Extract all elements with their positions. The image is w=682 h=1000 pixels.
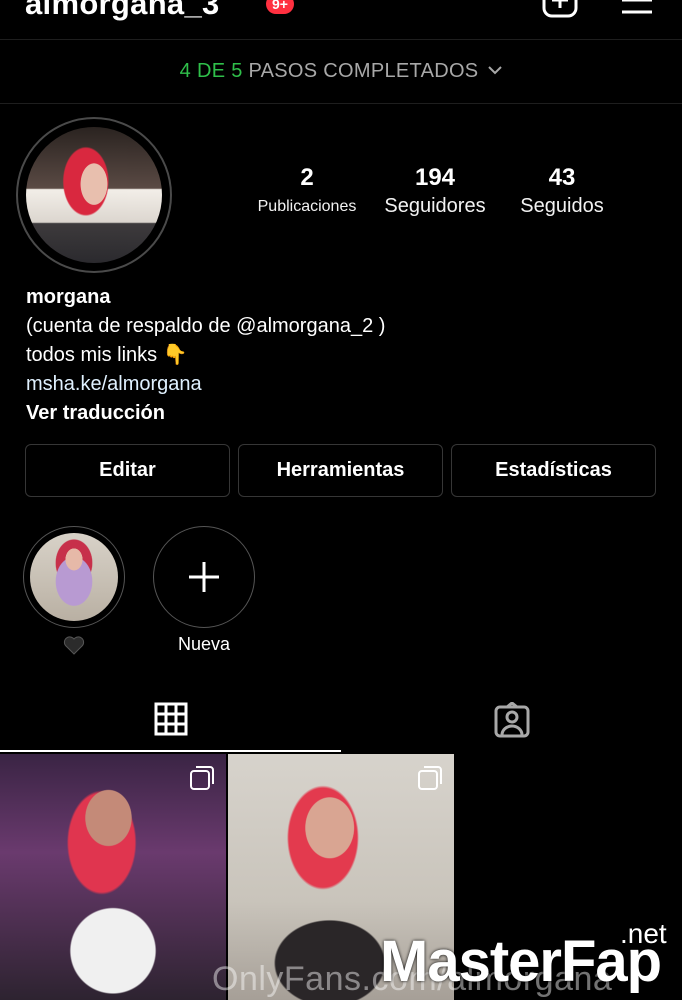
new-highlight-ring — [153, 526, 255, 628]
posts-label: Publicaciones — [257, 198, 357, 215]
bio-line-links: todos mis links 👇 — [26, 344, 188, 366]
followers-count: 194 — [414, 164, 456, 191]
profile-tabs — [0, 694, 682, 752]
post-thumbnail[interactable] — [0, 754, 226, 1000]
followers-label: Seguidores — [384, 195, 486, 217]
story-highlight[interactable] — [22, 526, 126, 655]
profile-bio: morgana (cuenta de respaldo de @almorgan… — [26, 283, 385, 428]
profile-steps-banner[interactable]: 4 DE 5 PASOS COMPLETADOS — [0, 41, 682, 104]
avatar-photo — [26, 127, 162, 263]
steps-label: PASOS COMPLETADOS — [248, 60, 479, 82]
top-bar: almorgana_3 9+ — [0, 0, 682, 40]
insights-button[interactable]: Estadísticas — [451, 444, 656, 497]
tools-button[interactable]: Herramientas — [238, 444, 443, 497]
notification-badge[interactable]: 9+ — [266, 0, 294, 14]
carousel-icon — [418, 766, 442, 790]
bio-line-backup: (cuenta de respaldo de @almorgana_2 ) — [26, 315, 386, 337]
edit-profile-button[interactable]: Editar — [25, 444, 230, 497]
following-stat[interactable]: 43 Seguidos — [510, 164, 614, 218]
plus-square-icon[interactable] — [542, 0, 578, 18]
masterfap-watermark: MasterFap — [380, 929, 662, 994]
profile-username[interactable]: almorgana_3 — [25, 0, 220, 22]
followers-stat[interactable]: 194 Seguidores — [375, 164, 495, 218]
plus-icon — [189, 562, 219, 592]
display-name: morgana — [26, 286, 111, 308]
highlight-ring — [23, 526, 125, 628]
tagged-person-icon — [494, 702, 529, 738]
profile-avatar[interactable] — [16, 117, 172, 273]
tab-posts-grid[interactable] — [0, 694, 341, 752]
posts-count: 2 — [300, 164, 314, 191]
following-label: Seguidos — [520, 195, 604, 217]
new-highlight[interactable]: Nueva — [152, 526, 256, 655]
see-translation-link[interactable]: Ver traducción — [26, 399, 385, 428]
following-count: 43 — [548, 164, 576, 191]
grid-icon — [154, 702, 187, 736]
chevron-down-icon — [488, 66, 503, 75]
tab-tagged[interactable] — [341, 694, 682, 752]
highlight-label — [22, 634, 126, 655]
new-highlight-label: Nueva — [177, 634, 231, 654]
highlight-cover — [30, 533, 118, 621]
bio-link[interactable]: msha.ke/almorgana — [26, 370, 385, 399]
masterfap-net-watermark: .net — [620, 918, 667, 949]
hamburger-icon[interactable] — [620, 0, 654, 16]
steps-count: 4 DE 5 — [179, 60, 243, 82]
black-heart-icon — [63, 636, 85, 655]
posts-stat[interactable]: 2 Publicaciones — [250, 164, 364, 216]
carousel-icon — [190, 766, 214, 790]
